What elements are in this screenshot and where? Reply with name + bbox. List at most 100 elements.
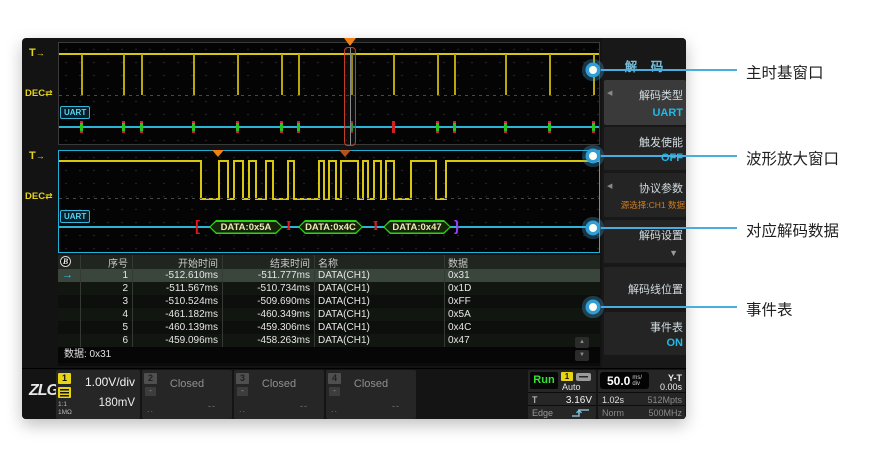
menu-item-value: ON <box>667 337 684 349</box>
trigger-level-marker-zoom[interactable]: T→ <box>29 150 45 162</box>
uart-pulse <box>593 54 595 95</box>
frame-start-bracket: [ <box>195 218 200 235</box>
chevron-left-icon: ◀ <box>607 182 612 190</box>
uart-pulse <box>549 54 551 95</box>
record-time: 1.02s <box>602 395 624 405</box>
chevron-left-icon: ◀ <box>607 89 612 97</box>
bandwidth: 500MHz <box>648 408 682 418</box>
menu-item-decode-line-position[interactable]: 解码线位置 <box>604 267 686 308</box>
coupling-icon <box>58 387 71 398</box>
decode-tick <box>80 121 83 133</box>
uart-pulse <box>437 54 439 95</box>
menu-item-label: 事件表 <box>650 319 683 335</box>
table-row[interactable]: → 1 -512.610ms -511.777ms DATA(CH1) 0x31 <box>58 269 600 282</box>
decode-tick <box>453 121 456 133</box>
menu-item-decode-type[interactable]: ◀ 解码类型 UART <box>604 80 686 125</box>
callout-dot <box>589 152 597 160</box>
trigger-level-marker[interactable]: T→ <box>29 47 45 59</box>
menu-item-label: 触发使能 <box>639 134 683 150</box>
decode-data-bubble: DATA:0x4C <box>298 220 363 234</box>
table-row[interactable]: 6 -459.096ms -458.263ms DATA(CH1) 0x47 <box>58 334 600 347</box>
decode-tick <box>280 121 283 133</box>
channel4-box[interactable]: 4 - Closed .. -- <box>326 370 416 419</box>
channel4-value: -- <box>392 401 400 411</box>
channel2-box[interactable]: 2 - Closed .. -- <box>142 370 232 419</box>
frame-separator: I <box>373 219 378 235</box>
timebase-status-box[interactable]: 50.0 ms/div Y-T 0.00s 1.02s 512Mpts Norm… <box>598 370 685 419</box>
trigger-type: Edge <box>532 408 553 418</box>
trigger-label: T <box>532 395 538 405</box>
waveform-zoom-window: UART [ DATA:0x5A I DATA:0x4C I DATA:0x47… <box>58 150 600 253</box>
decode-data-bubble: DATA:0x5A <box>209 220 283 234</box>
event-table: 序号 开始时间 结束时间 名称 数据 → 1 -512.610ms -511.7… <box>58 255 600 366</box>
table-footer-data: 数据: 0x31 <box>58 347 600 363</box>
table-row[interactable]: 5 -460.139ms -459.306ms DATA(CH1) 0x4C <box>58 321 600 334</box>
oscilloscope-screen: T→ DEC⇄ T→ DEC⇄ UART UART <box>22 38 686 419</box>
uart-bus-label: UART <box>60 106 90 119</box>
decode-tick <box>592 121 595 133</box>
scroll-down-button[interactable]: ▼ <box>575 350 589 361</box>
menu-item-value: OFF <box>661 152 683 164</box>
trigger-marker-icon-zoom <box>212 150 224 157</box>
status-bar: ZLG® 1 1:1 1MΩ 1.00V/div 180mV 2 - Close… <box>22 368 686 419</box>
channel3-state: Closed <box>234 378 324 390</box>
scroll-up-button[interactable]: ▲ <box>575 337 589 348</box>
channel1-scale: 1.00V/div <box>85 375 135 389</box>
decode-tick <box>297 121 300 133</box>
channel4-dots: .. <box>331 404 338 414</box>
channel1-offset: 180mV <box>99 397 135 409</box>
zoom-region-indicator[interactable] <box>344 47 356 146</box>
trigger-status-box[interactable]: Run 1 Auto T 3.16V Edge <box>528 370 596 419</box>
callout-dot <box>589 224 597 232</box>
menu-title: 解 码 <box>602 56 686 75</box>
run-status: Run <box>530 372 558 389</box>
channel2-value: -- <box>208 401 216 411</box>
channel2-state: Closed <box>142 378 232 390</box>
channel4-state: Closed <box>326 378 416 390</box>
uart-pulse <box>393 54 395 95</box>
timebase-scale-box: 50.0 ms/div <box>600 372 649 389</box>
trigger-marker-icon[interactable] <box>344 38 356 46</box>
decode-error-tick <box>392 121 395 133</box>
channel3-box[interactable]: 3 - Closed .. -- <box>234 370 324 419</box>
callout-label-main-window: 主时基窗口 <box>746 61 824 83</box>
ch1-zoom-waveform <box>59 151 599 252</box>
trigger-mode: Auto <box>562 382 581 392</box>
table-row[interactable]: 2 -511.567ms -510.734ms DATA(CH1) 0x1D <box>58 282 600 295</box>
uart-bus-label-zoom: UART <box>60 210 90 223</box>
table-row[interactable]: 3 -510.524ms -509.690ms DATA(CH1) 0xFF <box>58 295 600 308</box>
channel3-dots: .. <box>239 404 246 414</box>
callout-line <box>601 227 737 229</box>
dropdown-icon: ▼ <box>669 248 678 258</box>
callout-label-decode-data: 对应解码数据 <box>746 219 839 241</box>
callout-line <box>601 306 737 308</box>
decode-tick <box>122 121 125 133</box>
menu-item-event-table[interactable]: 事件表 ON <box>604 312 686 355</box>
timebase-scale: 50.0 <box>607 374 630 388</box>
uart-pulse <box>505 54 507 95</box>
menu-item-trigger-enable[interactable]: 触发使能 OFF <box>604 127 686 170</box>
input-impedance: 1MΩ <box>58 409 72 416</box>
decode-line-marker-zoom[interactable]: DEC⇄ <box>25 191 53 202</box>
uart-pulse <box>298 54 300 95</box>
callout-line <box>601 69 737 71</box>
uart-pulse <box>454 54 456 95</box>
channel3-value: -- <box>300 401 308 411</box>
trigger-center-marker-icon <box>339 150 351 157</box>
ground-reference-line <box>59 95 599 96</box>
callout-dot <box>589 66 597 74</box>
ch1-waveform-baseline <box>59 53 599 55</box>
menu-item-protocol-params[interactable]: ◀ 协议参数 源选择:CH1 数据 <box>604 173 686 217</box>
decode-tick <box>548 121 551 133</box>
channel2-dots: .. <box>147 404 154 414</box>
ground-reference-line-zoom <box>59 198 599 199</box>
selected-row-arrow-icon: → <box>58 270 80 281</box>
uart-pulse <box>193 54 195 95</box>
channel1-box[interactable]: 1 1:1 1MΩ 1.00V/div 180mV <box>56 370 140 419</box>
table-row[interactable]: 4 -461.182ms -460.349ms DATA(CH1) 0x5A <box>58 308 600 321</box>
rising-edge-icon <box>570 407 592 419</box>
decode-line-marker[interactable]: DEC⇄ <box>25 88 53 99</box>
callout-dot <box>589 303 597 311</box>
menu-item-label: 解码设置 <box>639 227 683 243</box>
decode-tick <box>192 121 195 133</box>
